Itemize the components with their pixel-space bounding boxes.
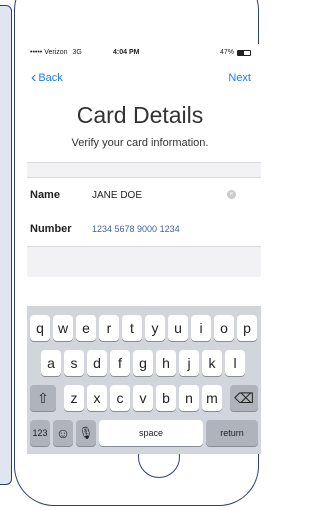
next-button[interactable]: Next bbox=[228, 72, 251, 84]
name-field[interactable]: JANE DOE bbox=[92, 190, 142, 201]
key-v[interactable]: v bbox=[133, 385, 153, 411]
status-right-group: 47% bbox=[220, 49, 251, 56]
key-t[interactable]: t bbox=[122, 315, 142, 341]
key-x[interactable]: x bbox=[87, 385, 107, 411]
key-n[interactable]: n bbox=[179, 385, 199, 411]
emoji-icon: ☺ bbox=[55, 425, 71, 441]
status-bar: ••••• Verizon 3G 4:04 PM 47% bbox=[27, 44, 253, 60]
battery-level bbox=[238, 50, 244, 55]
key-q[interactable]: q bbox=[30, 315, 50, 341]
name-label: Name bbox=[30, 189, 60, 201]
key-r[interactable]: r bbox=[99, 315, 119, 341]
emoji-key[interactable]: ☺ bbox=[53, 420, 73, 446]
status-time: 4:04 PM bbox=[113, 49, 140, 56]
key-p[interactable]: p bbox=[237, 315, 257, 341]
microphone-key[interactable]: 🎙 bbox=[76, 420, 96, 446]
key-a[interactable]: a bbox=[41, 350, 61, 376]
key-i[interactable]: i bbox=[191, 315, 211, 341]
status-network: 3G bbox=[72, 49, 82, 56]
key-y[interactable]: y bbox=[145, 315, 165, 341]
key-f[interactable]: f bbox=[110, 350, 130, 376]
number-label: Number bbox=[30, 223, 72, 235]
key-d[interactable]: d bbox=[87, 350, 107, 376]
battery-icon bbox=[237, 49, 251, 56]
key-b[interactable]: b bbox=[156, 385, 176, 411]
key-m[interactable]: m bbox=[202, 385, 222, 411]
chevron-left-icon: ‹ bbox=[31, 69, 37, 86]
navigation-bar: ‹ Back Next bbox=[27, 68, 253, 88]
status-battery-percent: 47% bbox=[219, 49, 234, 56]
key-l[interactable]: l bbox=[225, 350, 245, 376]
back-button-label: Back bbox=[38, 72, 63, 84]
key-z[interactable]: z bbox=[64, 385, 84, 411]
key-w[interactable]: w bbox=[53, 315, 73, 341]
delete-key[interactable]: ⌫ bbox=[230, 385, 258, 411]
status-carrier-group: ••••• Verizon 3G bbox=[30, 49, 82, 56]
microphone-icon: 🎙 bbox=[78, 426, 94, 440]
shift-icon: ⇧ bbox=[37, 389, 49, 406]
name-field-row[interactable]: Name JANE DOE × bbox=[27, 177, 261, 213]
space-key[interactable]: space bbox=[99, 420, 203, 446]
key-c[interactable]: c bbox=[110, 385, 130, 411]
shift-key[interactable]: ⇧ bbox=[30, 385, 56, 411]
phone-screen: ••••• Verizon 3G 4:04 PM 47% ‹ Back Next… bbox=[27, 44, 261, 454]
clear-field-icon[interactable]: × bbox=[227, 190, 236, 199]
numbers-key[interactable]: 123 bbox=[30, 420, 50, 446]
status-carrier: ••••• Verizon bbox=[30, 49, 68, 56]
page-subtitle: Verify your card information. bbox=[71, 137, 209, 149]
key-j[interactable]: j bbox=[179, 350, 199, 376]
key-o[interactable]: o bbox=[214, 315, 234, 341]
background-panel bbox=[0, 5, 12, 485]
key-e[interactable]: e bbox=[76, 315, 96, 341]
key-h[interactable]: h bbox=[156, 350, 176, 376]
card-number-field[interactable]: 1234 5678 9000 1234 bbox=[92, 224, 180, 234]
return-key[interactable]: return bbox=[206, 420, 258, 446]
delete-icon: ⌫ bbox=[234, 389, 254, 406]
card-form: Name JANE DOE × Number 1234 5678 9000 12… bbox=[27, 162, 261, 277]
keyboard: q w e r t y u i o p a s d f g h j k l ⇧ … bbox=[27, 306, 261, 454]
key-k[interactable]: k bbox=[202, 350, 222, 376]
number-field-row[interactable]: Number 1234 5678 9000 1234 bbox=[27, 212, 261, 247]
page-title: Card Details bbox=[76, 102, 204, 128]
key-u[interactable]: u bbox=[168, 315, 188, 341]
key-s[interactable]: s bbox=[64, 350, 84, 376]
back-button[interactable]: ‹ Back bbox=[31, 69, 63, 86]
key-g[interactable]: g bbox=[133, 350, 153, 376]
